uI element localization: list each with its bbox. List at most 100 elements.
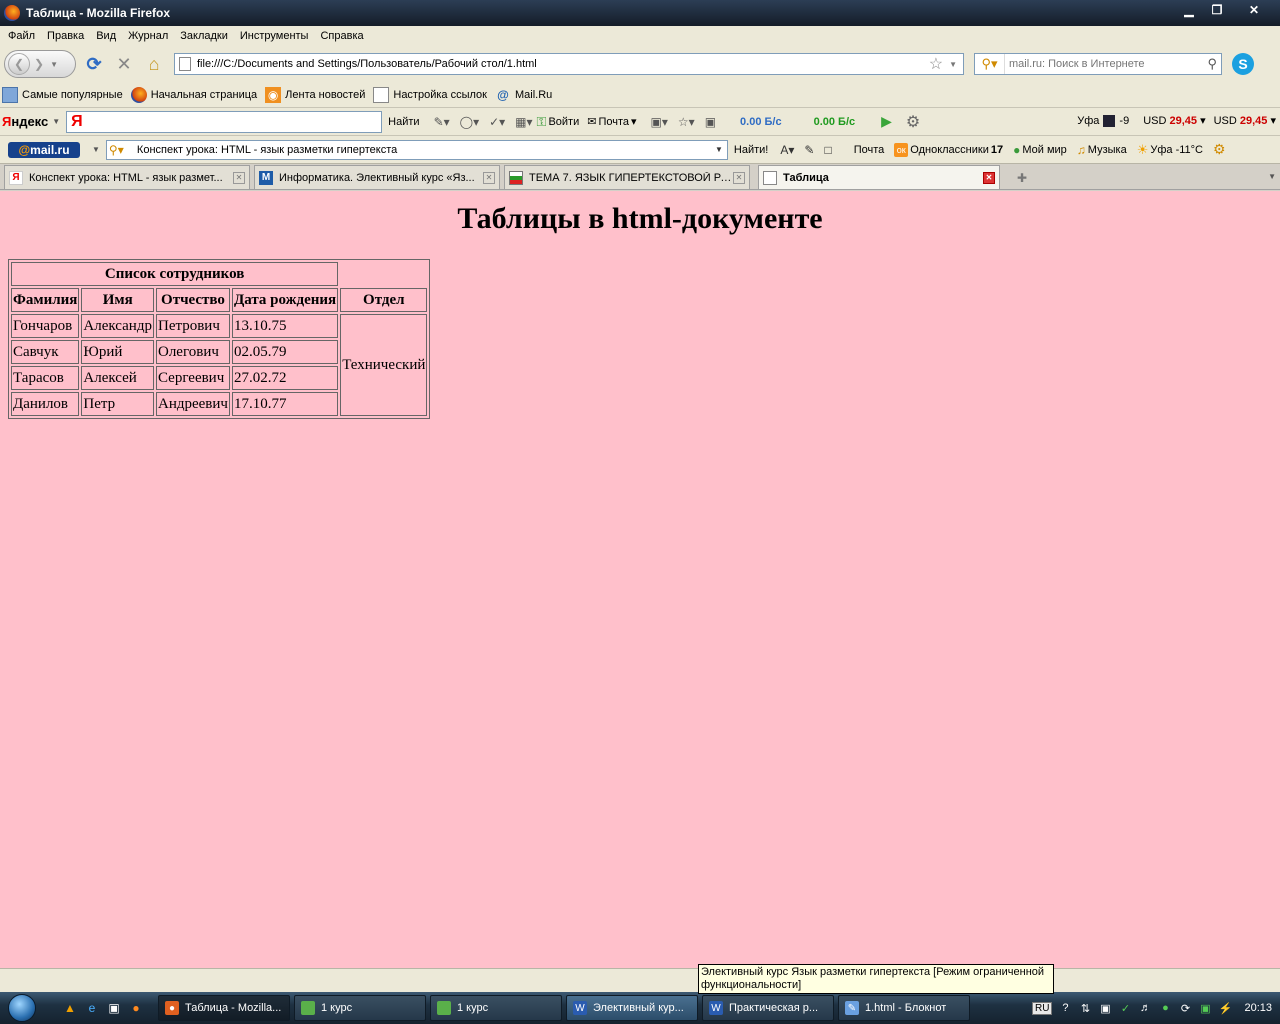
yandex-mail-button[interactable]: ✉ Почта ▾ (587, 115, 636, 129)
clock[interactable]: 20:13 (1244, 1002, 1272, 1014)
task-firefox[interactable]: ● Таблица - Mozilla... (158, 995, 290, 1021)
task-notepad[interactable]: ✎ 1.html - Блокнот (838, 995, 970, 1021)
music-link[interactable]: ♫ Музыка (1077, 143, 1127, 157)
sync-icon[interactable]: ⟳ (1178, 1001, 1192, 1015)
mailru-search-input[interactable]: ⚲▾ Конспект урока: HTML - язык разметки … (105, 139, 728, 160)
yandex-find-button[interactable]: Найти (388, 116, 419, 128)
green-app-icon[interactable]: ▣ (705, 115, 716, 129)
shield-icon[interactable]: ✓ (1118, 1001, 1132, 1015)
mailru-search-engine-icon[interactable]: ⚲▾ (109, 143, 137, 157)
bookmark-most-visited[interactable]: Самые популярные (2, 86, 123, 103)
mailru-search-text[interactable]: Конспект урока: HTML - язык разметки гип… (137, 144, 711, 156)
tab-informatika[interactable]: M Информатика. Элективный курс «Яз... ✕ (254, 165, 500, 189)
security-icon[interactable]: ● (1158, 1001, 1172, 1015)
new-tab-button[interactable]: ✚ (1010, 167, 1034, 189)
menu-help[interactable]: Справка (314, 30, 369, 42)
gear-icon[interactable]: ⚙ (906, 112, 920, 132)
marker-icon[interactable]: ✎ (804, 143, 814, 157)
mailru-settings-icon[interactable]: ⚙ (1213, 141, 1226, 158)
search-page-icon[interactable]: □ (824, 143, 831, 157)
url-text[interactable]: file:///C:/Documents and Settings/Пользо… (197, 58, 929, 70)
tab-close-icon[interactable]: ✕ (983, 171, 995, 184)
app-icon[interactable]: ▲ (62, 1000, 78, 1016)
search-icon[interactable]: ⚲ (1203, 56, 1221, 72)
task-word-practical[interactable]: W Практическая р... (702, 995, 834, 1021)
tab-tema7[interactable]: ТЕМА 7. ЯЗЫК ГИПЕРТЕКСТОВОЙ РАЗ... ✕ (504, 165, 750, 189)
mailru-search-dropdown-icon[interactable]: ▼ (711, 145, 727, 154)
home-icon[interactable]: ⌂ (142, 52, 166, 76)
menu-file[interactable]: Файл (2, 30, 41, 42)
url-dropdown-icon[interactable]: ▼ (949, 60, 957, 69)
spellcheck-icon[interactable]: ✓▾ (489, 115, 505, 129)
start-button[interactable] (0, 992, 44, 1024)
firefox-icon (130, 86, 147, 103)
task-folder-1[interactable]: 1 курс (294, 995, 426, 1021)
translate-icon[interactable]: ▦▾ (515, 115, 532, 129)
volume-icon[interactable]: ♬ (1138, 1001, 1152, 1015)
close-button[interactable]: ✕ (1232, 2, 1276, 18)
bookmark-news-feed[interactable]: ◉ Лента новостей (265, 86, 365, 103)
mailru-menu-dropdown-icon[interactable]: ▼ (92, 145, 100, 154)
search-engine-icon[interactable]: ⚲▾ (975, 54, 1005, 74)
url-bar[interactable]: file:///C:/Documents and Settings/Пользо… (174, 53, 964, 75)
usb-icon[interactable]: ▣ (1198, 1001, 1212, 1015)
menu-edit[interactable]: Правка (41, 30, 90, 42)
tab-konspekt[interactable]: Я Конспект урока: HTML - язык размет... … (4, 165, 250, 189)
search-input[interactable] (1005, 58, 1204, 70)
mailru-logo[interactable]: @ mail.ru (8, 141, 80, 158)
weather-city[interactable]: Уфа (1077, 115, 1099, 127)
gift-icon[interactable]: ▣▾ (651, 115, 668, 129)
language-indicator[interactable]: RU (1032, 1001, 1053, 1015)
history-dropdown-icon[interactable]: ▼ (50, 60, 58, 69)
maximize-button[interactable]: ❐ (1204, 2, 1230, 18)
network-icon[interactable]: ▣ (1098, 1001, 1112, 1015)
star-icon[interactable]: ☆▾ (678, 115, 695, 129)
bookmark-links-settings[interactable]: Настройка ссылок (373, 86, 487, 103)
yandex-search-input[interactable]: Я (66, 110, 383, 133)
word-icon: W (573, 1001, 587, 1015)
stop-icon[interactable]: ✕ (112, 52, 136, 76)
tray-arrows-icon[interactable]: ⇅ (1078, 1001, 1092, 1015)
tab-close-icon[interactable]: ✕ (733, 171, 745, 184)
weather-temp[interactable]: -9 (1119, 115, 1129, 127)
task-word-elective[interactable]: W Элективный кур... (566, 995, 698, 1021)
mailru-mail-link[interactable]: Почта (854, 144, 885, 156)
skype-icon[interactable]: S (1232, 53, 1254, 75)
menu-tools[interactable]: Инструменты (234, 30, 315, 42)
highlight-icon[interactable]: ✎▾ (434, 115, 450, 129)
task-folder-2[interactable]: 1 курс (430, 995, 562, 1021)
forward-button[interactable]: ❯ (34, 57, 44, 71)
tab-close-icon[interactable]: ✕ (233, 171, 245, 184)
power-icon[interactable]: ⚡ (1218, 1001, 1233, 1015)
bookmark-start-page[interactable]: Начальная страница (130, 86, 257, 103)
font-size-icon[interactable]: A▾ (780, 143, 794, 157)
tab-tablica[interactable]: Таблица ✕ (758, 165, 1000, 189)
odnoklassniki-link[interactable]: ок Одноклассники 17 (894, 142, 1003, 157)
yandex-login-button[interactable]: ⚿ Войти (537, 114, 580, 130)
cell-surname: Данилов (11, 392, 80, 416)
yandex-menu-dropdown-icon[interactable]: ▼ (52, 117, 60, 126)
comment-icon[interactable]: ◯▾ (460, 115, 479, 129)
my-world-link[interactable]: ● Мой мир (1013, 143, 1067, 157)
help-icon[interactable]: ? (1058, 1001, 1072, 1015)
reload-icon[interactable]: ⟳ (82, 52, 106, 76)
bookmark-star-icon[interactable]: ☆ (929, 54, 943, 74)
bookmark-mailru[interactable]: @ Mail.Ru (495, 87, 552, 103)
minimize-button[interactable]: ▁ (1176, 2, 1202, 18)
back-button[interactable]: ❮ (8, 53, 30, 75)
usd-rate-2[interactable]: USD 29,45 ▾ (1214, 114, 1276, 127)
weather-link[interactable]: ☀ Уфа -11°C (1137, 142, 1203, 158)
system-tray: RU ? ⇅ ▣ ✓ ♬ ● ⟳ ▣ ⚡ 20:13 (1032, 992, 1280, 1024)
menu-view[interactable]: Вид (90, 30, 122, 42)
tab-close-icon[interactable]: ✕ (483, 171, 495, 184)
mailru-find-button[interactable]: Найти! (734, 144, 768, 156)
yandex-logo[interactable]: Яндекс (2, 114, 48, 129)
menu-history[interactable]: Журнал (122, 30, 174, 42)
usd-rate-1[interactable]: USD 29,45 ▾ (1143, 114, 1205, 127)
menu-bookmarks[interactable]: Закладки (174, 30, 234, 42)
show-desktop-icon[interactable]: ▣ (106, 1000, 122, 1016)
internet-explorer-icon[interactable]: e (84, 1000, 100, 1016)
tab-list-dropdown-icon[interactable]: ▼ (1268, 172, 1276, 181)
firefox-icon[interactable]: ● (128, 1000, 144, 1016)
play-icon[interactable]: ▶ (881, 113, 892, 130)
